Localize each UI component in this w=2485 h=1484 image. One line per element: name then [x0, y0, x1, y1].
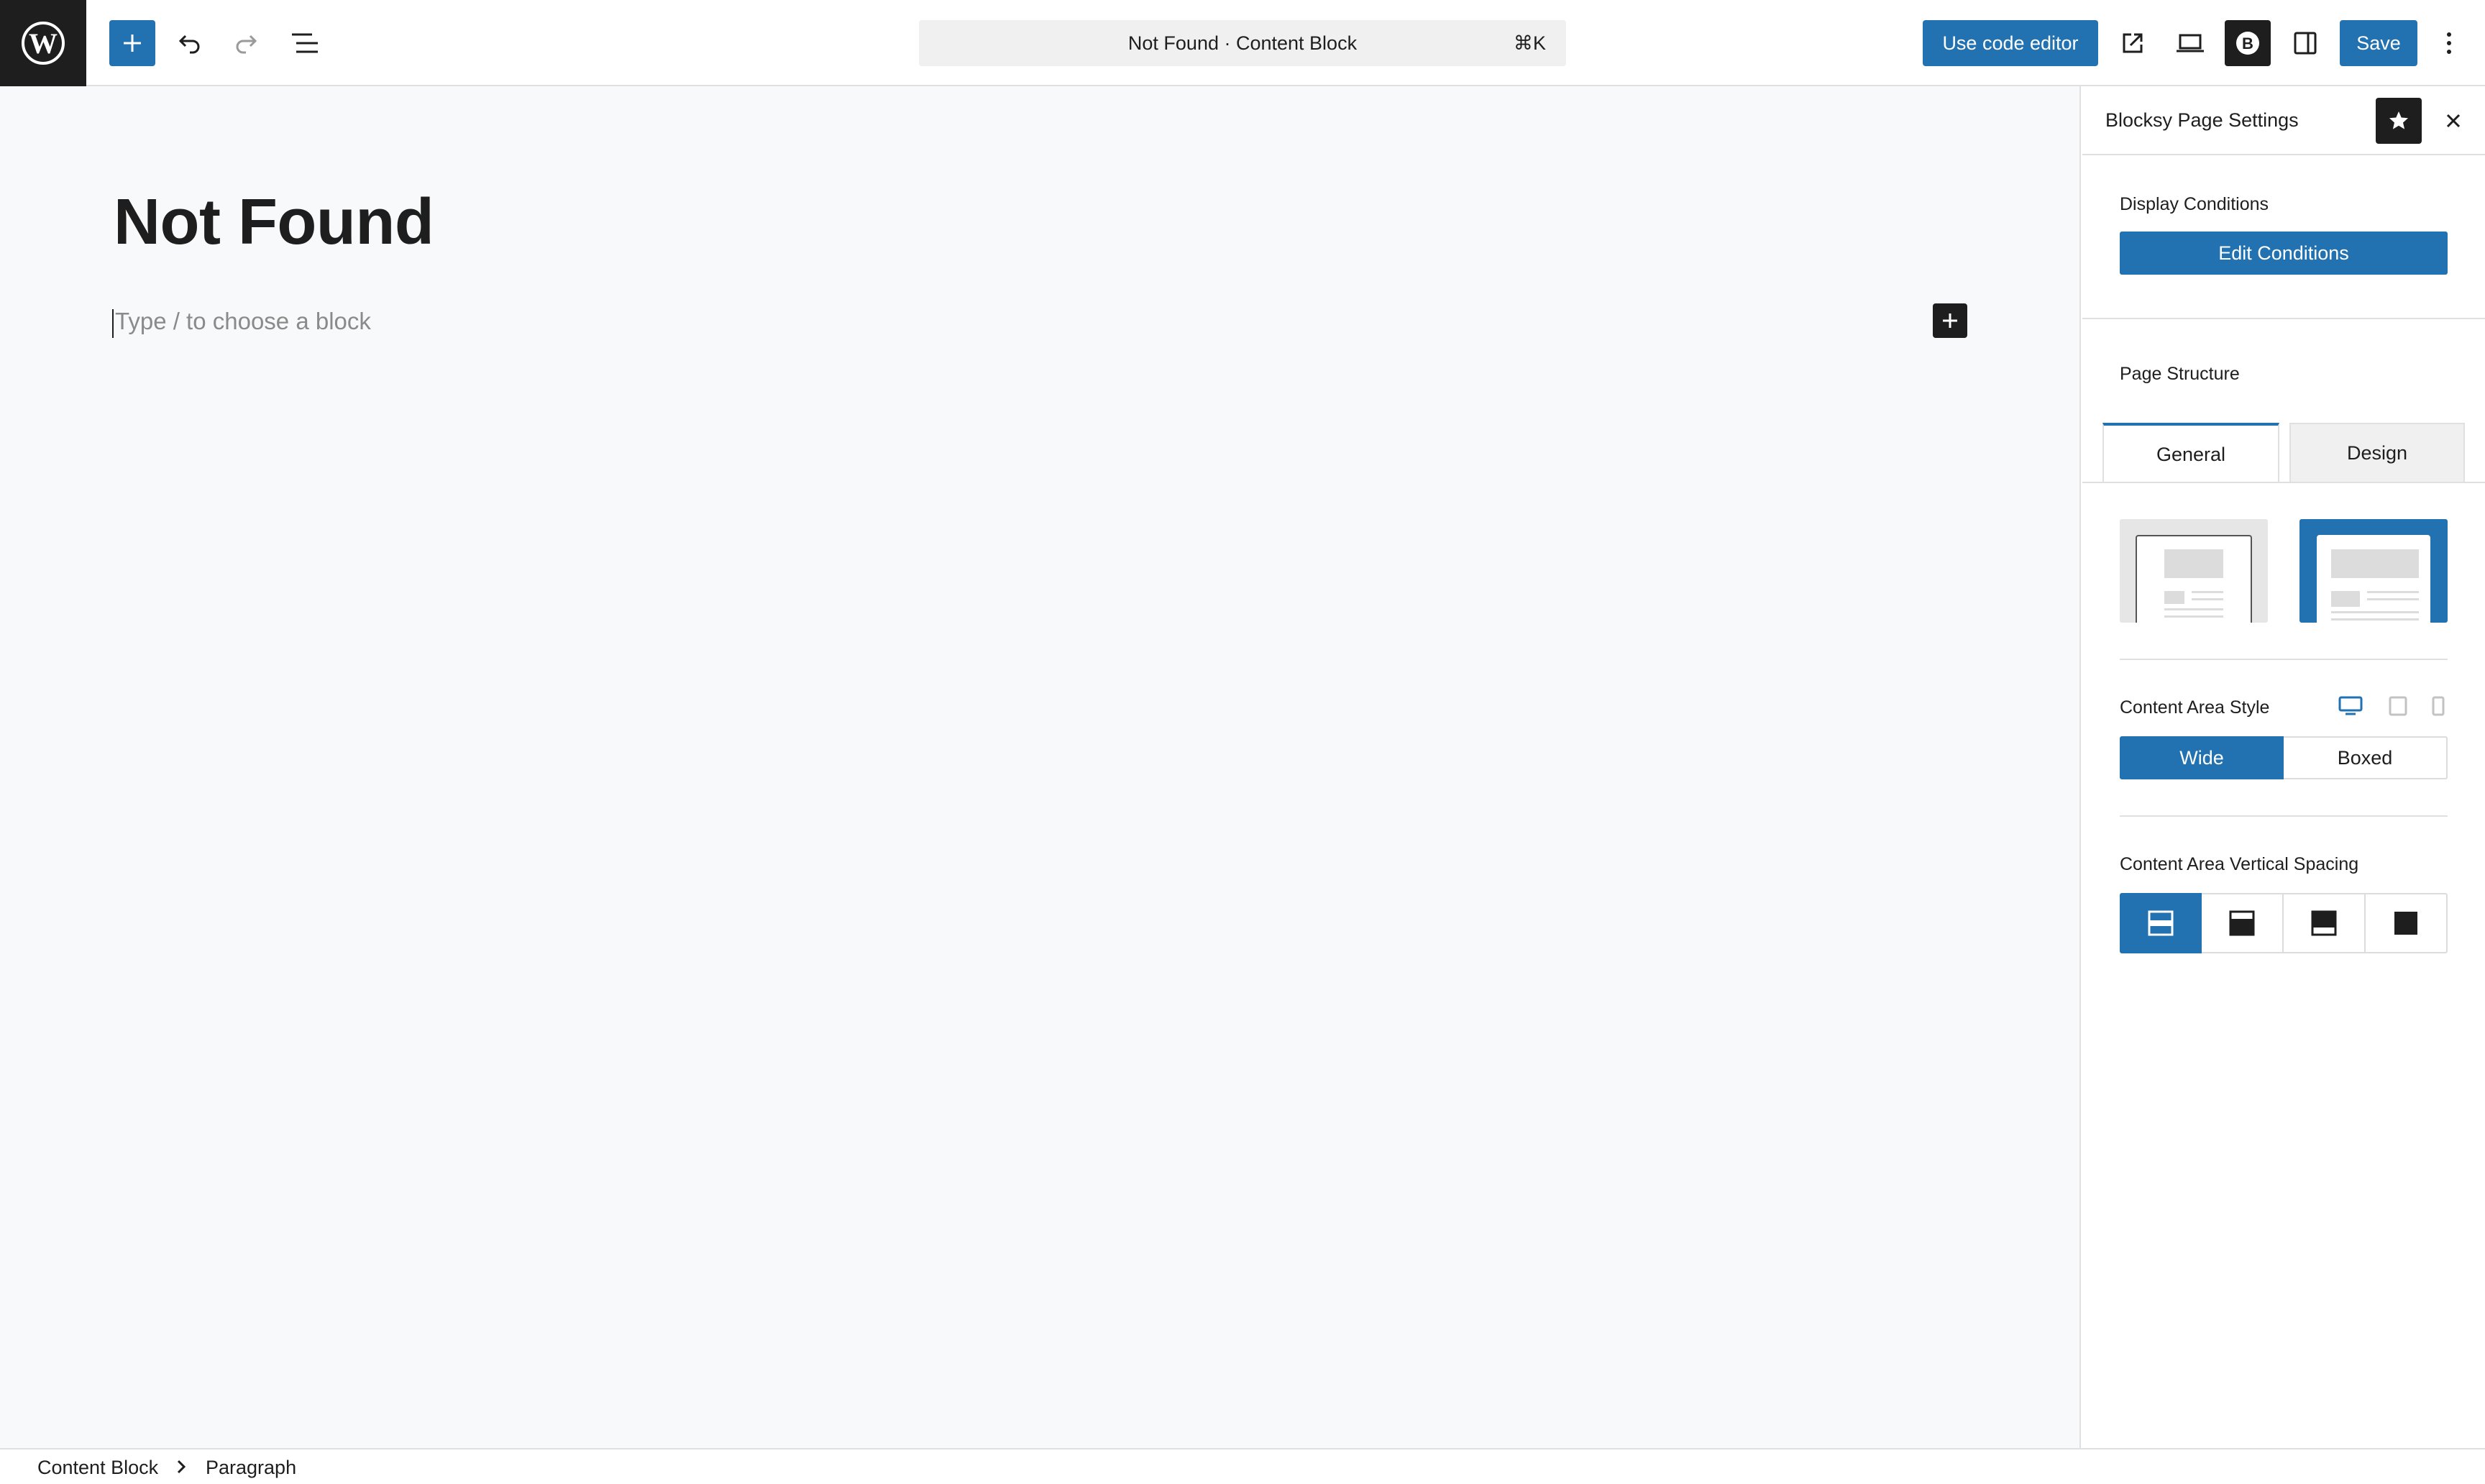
section-divider: [2120, 815, 2448, 817]
spacing-top-icon: [2229, 910, 2255, 936]
redo-icon: [236, 35, 257, 54]
blocksy-settings-sidebar: Blocksy Page Settings Display Conditions…: [2082, 86, 2485, 1448]
chevron-right-icon: [175, 1458, 187, 1479]
tab-design[interactable]: Design: [2289, 423, 2465, 483]
sidebar-header: Blocksy Page Settings: [2082, 86, 2485, 155]
spacing-bottom-option[interactable]: [2284, 893, 2366, 953]
plus-icon: [124, 35, 141, 52]
content-area-style-label: Content Area Style: [2120, 697, 2270, 718]
redo-button[interactable]: [223, 20, 269, 66]
add-block-button[interactable]: [1933, 303, 1967, 338]
command-palette-bar[interactable]: Not Found · Content Block ⌘K: [919, 20, 1566, 66]
svg-text:B: B: [2242, 35, 2253, 52]
save-button[interactable]: Save: [2340, 20, 2417, 66]
undo-button[interactable]: [167, 20, 213, 66]
blocksy-settings-button[interactable]: B: [2225, 20, 2271, 66]
paragraph-placeholder[interactable]: Type / to choose a block: [115, 308, 371, 335]
tabs-underline: [2082, 482, 2485, 483]
desktop-preview-icon: [2177, 34, 2204, 52]
undo-icon: [178, 35, 200, 54]
sidebar-title: Blocksy Page Settings: [2105, 109, 2299, 131]
blocksy-logo-icon: B: [2236, 32, 2259, 55]
content-style-wide-option[interactable]: Wide: [2120, 736, 2284, 779]
block-inserter-button[interactable]: [109, 20, 155, 66]
close-sidebar-button[interactable]: [2430, 98, 2476, 144]
layout-wide-icon: [2317, 535, 2430, 623]
document-overview-button[interactable]: [282, 20, 328, 66]
section-divider: [2082, 318, 2485, 319]
breadcrumb-content-block[interactable]: Content Block: [37, 1457, 158, 1479]
list-view-icon: [292, 33, 318, 53]
spacing-none-icon: [2394, 912, 2417, 935]
view-button[interactable]: [2110, 20, 2156, 66]
svg-text:W: W: [29, 27, 58, 60]
edit-conditions-button[interactable]: Edit Conditions: [2120, 232, 2448, 275]
close-icon: [2446, 114, 2461, 128]
more-vertical-icon: [2447, 32, 2451, 54]
spacing-top-option[interactable]: [2202, 893, 2284, 953]
use-code-editor-button[interactable]: Use code editor: [1923, 20, 2098, 66]
options-menu-button[interactable]: [2426, 20, 2472, 66]
spacing-both-icon: [2148, 910, 2174, 936]
editor-header: W Not Found · Content Block ⌘K Use code …: [0, 0, 2485, 86]
spacing-both-option[interactable]: [2120, 893, 2202, 953]
wordpress-logo-icon[interactable]: W: [0, 0, 86, 86]
mobile-icon[interactable]: [2432, 696, 2445, 720]
text-caret: [112, 309, 114, 338]
document-title: Not Found · Content Block: [1127, 32, 1358, 54]
plus-icon: [1943, 313, 1957, 328]
star-icon: [2389, 111, 2408, 129]
layout-boxed-icon: [2136, 535, 2252, 623]
external-link-icon: [2123, 33, 2143, 53]
editor-canvas: Not Found Type / to choose a block: [0, 86, 2081, 1448]
structure-option-wide[interactable]: [2299, 519, 2448, 623]
vertical-spacing-label: Content Area Vertical Spacing: [2120, 854, 2359, 874]
tab-general[interactable]: General: [2102, 423, 2279, 483]
sidebar-toggle-icon: [2294, 32, 2317, 55]
tablet-icon[interactable]: [2389, 696, 2407, 720]
device-preview-button[interactable]: [2167, 20, 2213, 66]
breadcrumb-paragraph[interactable]: Paragraph: [206, 1457, 296, 1479]
spacing-none-option[interactable]: [2366, 893, 2448, 953]
structure-option-boxed[interactable]: [2120, 519, 2268, 623]
block-breadcrumb-bar: Content Block Paragraph: [0, 1448, 2485, 1484]
display-conditions-label: Display Conditions: [2120, 194, 2269, 214]
content-style-boxed-option[interactable]: Boxed: [2284, 736, 2448, 779]
pin-favorite-button[interactable]: [2376, 98, 2422, 144]
post-title[interactable]: Not Found: [114, 186, 434, 260]
spacing-bottom-icon: [2311, 910, 2337, 936]
desktop-icon[interactable]: [2338, 696, 2363, 720]
settings-sidebar-button[interactable]: [2282, 20, 2328, 66]
section-divider: [2120, 659, 2448, 660]
page-structure-label: Page Structure: [2120, 364, 2240, 384]
command-shortcut: ⌘K: [1513, 32, 1546, 54]
